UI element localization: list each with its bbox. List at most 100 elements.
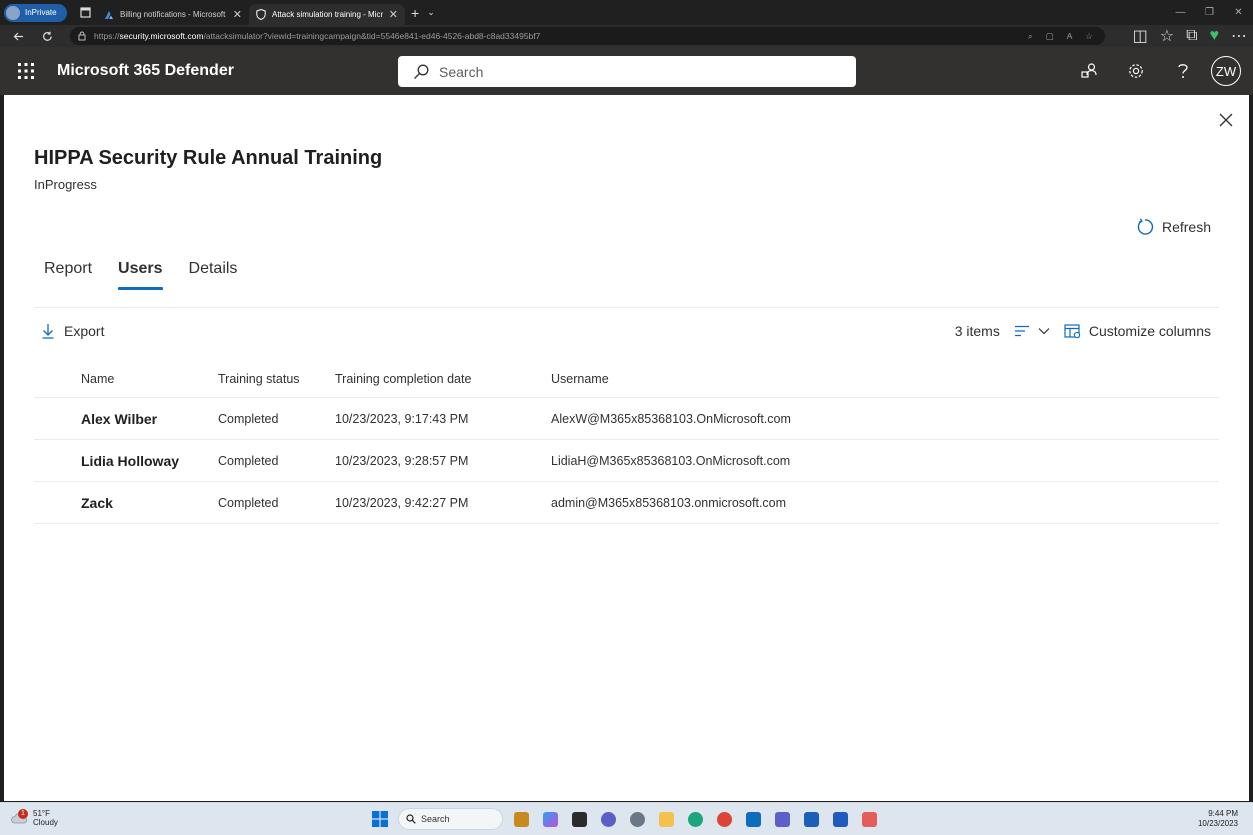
profile-avatar bbox=[6, 5, 20, 20]
browser-tab-billing[interactable]: Billing notifications - Microsoft 3 ✕ bbox=[97, 4, 249, 25]
group-by-button[interactable] bbox=[1014, 325, 1050, 337]
chrome-icon[interactable] bbox=[714, 809, 735, 830]
app-header: Microsoft 365 Defender Search ZW bbox=[0, 47, 1253, 95]
start-button[interactable] bbox=[369, 809, 390, 830]
word-icon[interactable] bbox=[830, 809, 851, 830]
url-scheme: https:// bbox=[94, 31, 120, 41]
azure-icon bbox=[105, 10, 113, 19]
file-manager-icon[interactable] bbox=[569, 809, 590, 830]
users-table: Name Training status Training completion… bbox=[34, 361, 1219, 524]
search-icon bbox=[406, 814, 416, 824]
completion-date: 10/23/2023, 9:42:27 PM bbox=[335, 495, 469, 510]
avatar-initials: ZW bbox=[1215, 63, 1237, 79]
browser-essentials-icon[interactable]: ♥ bbox=[1210, 27, 1220, 45]
training-status: Completed bbox=[218, 453, 279, 468]
user-avatar[interactable]: ZW bbox=[1211, 56, 1241, 86]
close-tab-icon[interactable]: ✕ bbox=[389, 8, 398, 21]
panel-tabs: Report Users Details bbox=[44, 260, 237, 290]
teams-icon[interactable] bbox=[772, 809, 793, 830]
inprivate-badge[interactable]: InPrivate bbox=[4, 3, 67, 22]
url-path: /attacksimulator?viewid=trainingcampaign… bbox=[203, 31, 541, 41]
windows-taskbar: 1 51°F Cloudy Search 9:44 PM 10/23/2023 bbox=[0, 802, 1253, 835]
tab-actions-icon[interactable] bbox=[73, 7, 97, 18]
close-tab-icon[interactable]: ✕ bbox=[233, 8, 242, 21]
search-input[interactable]: Search bbox=[398, 56, 856, 87]
chat-icon[interactable] bbox=[598, 809, 619, 830]
copilot-icon[interactable] bbox=[540, 809, 561, 830]
lock-icon bbox=[78, 31, 86, 41]
read-aloud-icon[interactable]: A bbox=[1067, 31, 1073, 42]
tab-details[interactable]: Details bbox=[189, 260, 238, 290]
app-launcher-icon[interactable] bbox=[0, 63, 52, 79]
export-button[interactable]: Export bbox=[42, 323, 104, 339]
table-header: Name Training status Training completion… bbox=[34, 361, 1219, 398]
search-placeholder: Search bbox=[439, 63, 484, 80]
list-lines-icon bbox=[1014, 325, 1029, 337]
weather-desc: Cloudy bbox=[33, 818, 58, 827]
column-header-date[interactable]: Training completion date bbox=[335, 372, 551, 386]
completion-date: 10/23/2023, 9:28:57 PM bbox=[335, 453, 469, 468]
favorites-icon[interactable]: ☆ bbox=[1160, 26, 1174, 46]
system-clock[interactable]: 9:44 PM 10/23/2023 bbox=[1198, 809, 1238, 829]
command-bar: Export 3 items Customize columns bbox=[34, 319, 1219, 343]
close-window-icon[interactable]: ✕ bbox=[1224, 7, 1253, 18]
split-screen-icon[interactable]: ◫ bbox=[1133, 26, 1148, 46]
table-row[interactable]: Alex Wilber Completed 10/23/2023, 9:17:4… bbox=[34, 398, 1219, 440]
outlook-icon[interactable] bbox=[743, 809, 764, 830]
tab-title: Billing notifications - Microsoft 3 bbox=[120, 10, 227, 19]
file-explorer-icon[interactable] bbox=[656, 809, 677, 830]
weather-widget[interactable]: 1 51°F Cloudy bbox=[10, 809, 58, 827]
tab-list-chevron-icon[interactable]: ⌄ bbox=[427, 7, 435, 18]
training-status: Completed bbox=[218, 411, 279, 426]
search-icon bbox=[414, 64, 429, 79]
column-header-name[interactable]: Name bbox=[34, 372, 218, 386]
edge-browser-icon[interactable] bbox=[685, 809, 706, 830]
store-icon[interactable] bbox=[801, 809, 822, 830]
user-name: Lidia Holloway bbox=[81, 452, 180, 469]
window-controls: — ❐ ✕ bbox=[1166, 0, 1253, 25]
taskbar-search[interactable]: Search bbox=[398, 808, 503, 830]
zoom-icon[interactable]: ⌕ bbox=[1028, 31, 1033, 42]
app-available-icon[interactable]: ▢ bbox=[1046, 31, 1054, 42]
campaign-status: InProgress bbox=[34, 177, 97, 192]
refresh-button[interactable]: Refresh bbox=[1136, 218, 1211, 236]
refresh-label: Refresh bbox=[1161, 219, 1211, 235]
tab-report[interactable]: Report bbox=[44, 260, 92, 290]
training-details-panel: HIPPA Security Rule Annual Training InPr… bbox=[4, 95, 1249, 801]
items-count: 3 items bbox=[954, 323, 1000, 339]
minimize-icon[interactable]: — bbox=[1166, 7, 1195, 18]
column-header-status[interactable]: Training status bbox=[218, 372, 335, 386]
browser-address-bar: https://security.microsoft.com/attacksim… bbox=[0, 25, 1253, 47]
column-header-username[interactable]: Username bbox=[551, 372, 1219, 386]
customize-columns-button[interactable]: Customize columns bbox=[1064, 323, 1211, 339]
username: LidiaH@M365x85368103.OnMicrosoft.com bbox=[551, 453, 791, 468]
browser-tab-attack-sim[interactable]: Attack simulation training - Micr ✕ bbox=[249, 4, 405, 25]
favorite-star-icon[interactable]: ☆ bbox=[1085, 31, 1093, 42]
settings-gear-icon[interactable] bbox=[1112, 62, 1159, 80]
settings-icon[interactable] bbox=[627, 809, 648, 830]
user-name: Zack bbox=[81, 494, 113, 511]
tab-users[interactable]: Users bbox=[118, 260, 164, 290]
reload-icon[interactable] bbox=[33, 31, 62, 42]
community-icon[interactable] bbox=[1065, 62, 1112, 80]
new-tab-button[interactable]: + bbox=[411, 5, 419, 21]
completion-date: 10/23/2023, 9:17:43 PM bbox=[335, 411, 469, 426]
restore-icon[interactable]: ❐ bbox=[1195, 7, 1224, 18]
app-name[interactable]: Microsoft 365 Defender bbox=[57, 62, 234, 80]
back-icon[interactable] bbox=[4, 31, 33, 42]
url-field[interactable]: https://security.microsoft.com/attacksim… bbox=[70, 27, 1105, 45]
shield-icon bbox=[256, 9, 266, 20]
username: admin@M365x85368103.onmicrosoft.com bbox=[551, 495, 787, 510]
snipping-tool-icon[interactable] bbox=[859, 809, 880, 830]
work-briefcase-icon[interactable] bbox=[511, 809, 532, 830]
table-row[interactable]: Lidia Holloway Completed 10/23/2023, 9:2… bbox=[34, 440, 1219, 482]
table-row[interactable]: Zack Completed 10/23/2023, 9:42:27 PM ad… bbox=[34, 482, 1219, 524]
cloud-icon: 1 bbox=[10, 809, 28, 824]
collections-icon[interactable]: ⧉ bbox=[1186, 27, 1197, 45]
training-status: Completed bbox=[218, 495, 279, 510]
clock-date: 10/23/2023 bbox=[1197, 819, 1238, 828]
help-icon[interactable] bbox=[1159, 62, 1206, 80]
close-panel-icon[interactable] bbox=[1219, 113, 1233, 127]
more-menu-icon[interactable]: ⋯ bbox=[1231, 26, 1247, 46]
tab-title: Attack simulation training - Micr bbox=[272, 10, 383, 19]
